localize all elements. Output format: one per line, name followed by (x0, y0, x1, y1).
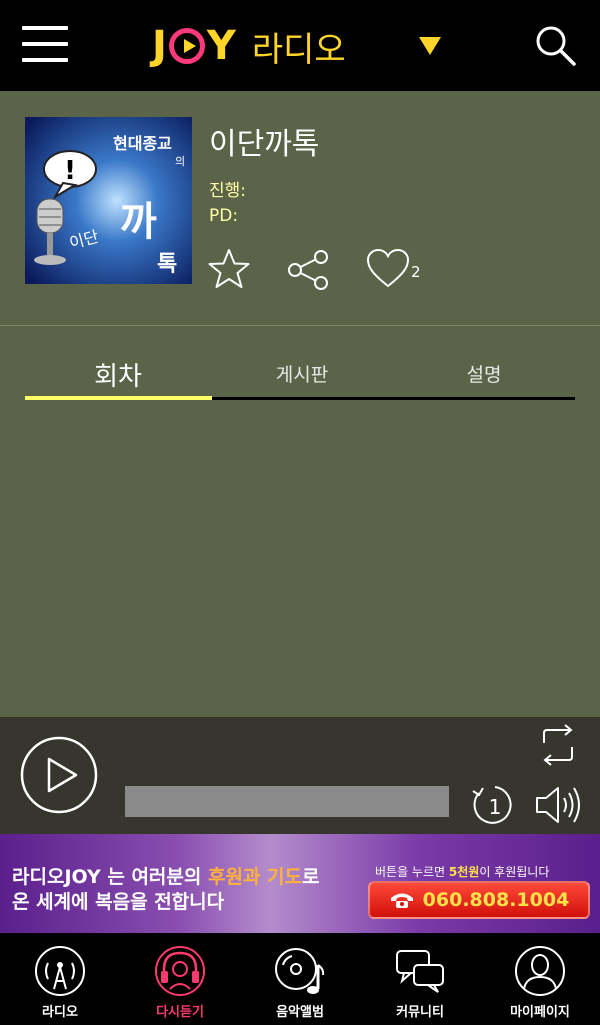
cover-text-5: 톡 (157, 252, 177, 277)
radio-tower-icon (35, 946, 85, 996)
cover-text-2: 의 (175, 155, 185, 168)
program-info: ! 현대종교 의 이단 까 톡 이단까톡 진행: PD: 2 (0, 91, 600, 326)
logo-play-o-icon (168, 28, 205, 64)
cover-text-1: 현대종교 (113, 134, 172, 153)
nav-label-music-album: 음악앨범 (276, 1005, 324, 1020)
nav-radio[interactable]: 라디오 (0, 933, 120, 1025)
phone-icon (390, 893, 413, 908)
episode-tabs-panel: 회차 게시판 설명 (0, 326, 600, 717)
pd-label: PD: (209, 206, 239, 226)
nav-my-page[interactable]: 마이페이지 (480, 933, 600, 1025)
top-bar: J Y 라디오 (0, 0, 600, 91)
headphones-icon (155, 946, 205, 996)
like-heart-icon[interactable] (366, 247, 410, 291)
nav-replay[interactable]: 다시듣기 (120, 933, 240, 1025)
music-disc-icon (275, 948, 325, 994)
tab-board[interactable]: 게시판 (209, 360, 395, 387)
logo-letter-y: Y (206, 23, 236, 69)
playback-progress-bar[interactable] (125, 786, 449, 817)
logo-radio-text: 라디오 (251, 29, 346, 70)
donate-phone-number: 060.808.1004 (422, 889, 570, 911)
bottom-navigation: 라디오 다시듣기 음악앨범 커뮤니티 마이페이지 (0, 933, 600, 1025)
tab-description[interactable]: 설명 (391, 360, 577, 387)
share-icon[interactable] (286, 248, 330, 292)
repeat-one-label: 1 (489, 795, 502, 819)
banner-donate-note: 버튼을 누르면 5천원이 후원됩니다 (375, 865, 550, 879)
chat-bubbles-icon (396, 950, 444, 993)
app-logo[interactable]: J Y 라디오 (152, 22, 346, 70)
nav-label-radio: 라디오 (42, 1005, 78, 1020)
channel-dropdown-icon[interactable] (419, 37, 441, 55)
nav-label-replay: 다시듣기 (156, 1005, 204, 1020)
nav-label-community: 커뮤니티 (396, 1005, 444, 1020)
favorite-star-icon[interactable] (207, 247, 251, 291)
like-count: 2 (411, 263, 421, 281)
repeat-all-icon[interactable] (536, 723, 580, 767)
logo-letter-j: J (152, 23, 167, 69)
donate-call-button[interactable]: 060.808.1004 (368, 881, 590, 919)
host-label: 진행: (209, 181, 247, 201)
tab-episodes[interactable]: 회차 (25, 356, 211, 393)
search-icon[interactable] (534, 24, 578, 68)
audio-player: 1 (0, 717, 600, 834)
user-icon (515, 946, 565, 996)
hamburger-menu-icon[interactable] (22, 26, 68, 64)
cover-bubble-text: ! (64, 156, 76, 186)
donation-banner[interactable]: 라디오JOY 는 여러분의 후원과 기도로 온 세계에 복음을 전합니다 버튼을… (0, 834, 600, 933)
nav-community[interactable]: 커뮤니티 (360, 933, 480, 1025)
tab-active-indicator (25, 396, 212, 400)
volume-icon[interactable] (534, 783, 584, 827)
nav-music-album[interactable]: 음악앨범 (240, 933, 360, 1025)
program-cover-image[interactable]: ! 현대종교 의 이단 까 톡 (25, 117, 192, 284)
banner-text-line2: 온 세계에 복음을 전합니다 (12, 891, 225, 913)
banner-text-line1: 라디오JOY 는 여러분의 후원과 기도로 (12, 866, 320, 888)
nav-label-my-page: 마이페이지 (510, 1005, 570, 1020)
repeat-one-icon[interactable]: 1 (469, 783, 519, 827)
play-icon[interactable] (19, 735, 99, 815)
program-title: 이단까톡 (209, 127, 320, 162)
cover-text-4: 까 (120, 199, 157, 245)
